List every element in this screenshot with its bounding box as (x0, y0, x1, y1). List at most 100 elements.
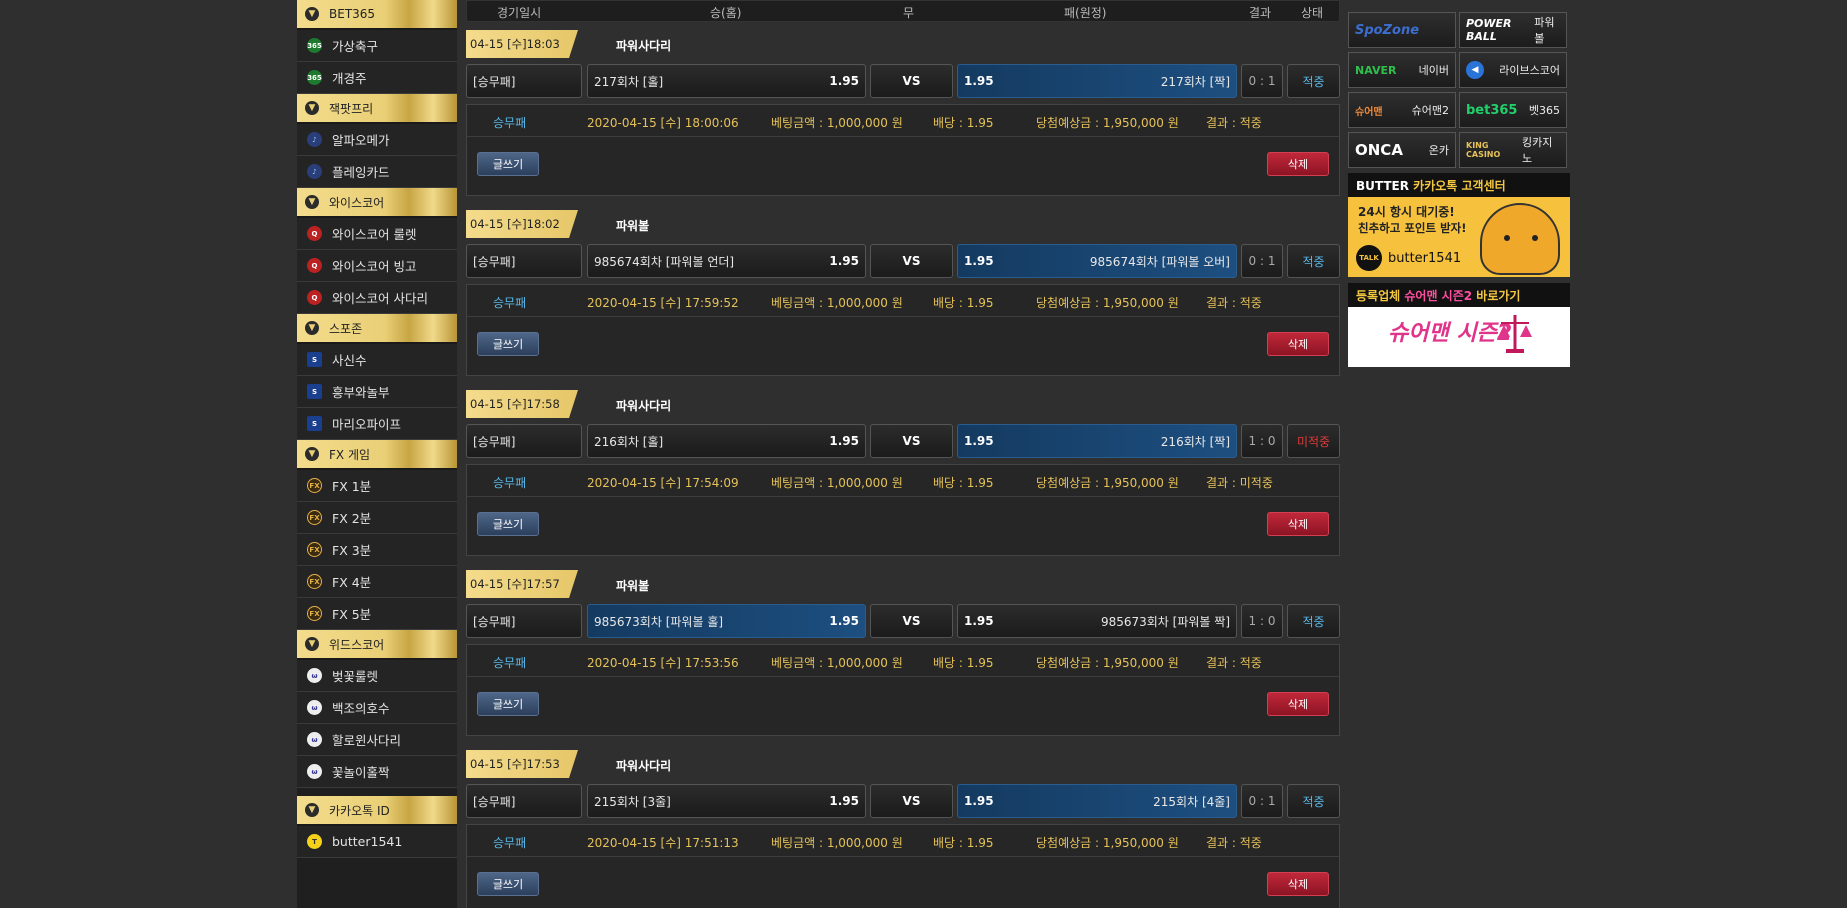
partner-logo: NAVER (1355, 63, 1397, 77)
detail-amount: 베팅금액 : 1,000,000 원 (771, 116, 903, 130)
chevron-down-icon: ▼ (305, 637, 319, 651)
bet-row: [승무패] 985673회차 [파워볼 홀] 1.95 VS 1.95 985673… (466, 604, 1340, 638)
sidebar-item[interactable]: FX FX 3분 (297, 534, 457, 566)
sidebar-category-label: FX 게임 (329, 447, 371, 462)
partner-link[interactable]: NAVER 네이버 (1348, 52, 1456, 88)
sidebar-item-label: 백조의호수 (332, 701, 390, 716)
write-button[interactable]: 글쓰기 (477, 872, 539, 896)
game-header: 04-15 [수]18:02 파워볼 (466, 210, 1340, 238)
sidebar-item[interactable]: Q 와이스코어 빙고 (297, 250, 457, 282)
away-option[interactable]: 1.95 216회차 [짝] (957, 424, 1237, 458)
sidebar-item[interactable]: ♪ 플레잉카드 (297, 156, 457, 188)
spozone-icon: S (307, 384, 322, 399)
delete-button[interactable]: 삭제 (1267, 512, 1329, 536)
sidebar-item[interactable]: S 사신수 (297, 344, 457, 376)
sidebar-item[interactable]: S 마리오파이프 (297, 408, 457, 440)
away-option[interactable]: 1.95 985673회차 [파워볼 짝] (957, 604, 1237, 638)
sidebar-item[interactable]: Q 와이스코어 사다리 (297, 282, 457, 314)
delete-button[interactable]: 삭제 (1267, 872, 1329, 896)
bet-detail-line: 승무패 2020-04-15 [수] 17:51:13 베팅금액 : 1,000… (467, 825, 1339, 857)
away-option[interactable]: 1.95 985674회차 [파워볼 오버] (957, 244, 1237, 278)
sidebar-item[interactable]: Q 와이스코어 룰렛 (297, 218, 457, 250)
spozone-icon: S (307, 352, 322, 367)
partner-link[interactable]: ◀ 라이브스코어 (1459, 52, 1567, 88)
sidebar-category[interactable]: ▼ BET365 (297, 0, 457, 30)
detail-amount: 베팅금액 : 1,000,000 원 (771, 476, 903, 490)
partner-link[interactable]: 슈어맨 슈어맨2 (1348, 92, 1456, 128)
withscore-icon: ω (307, 732, 322, 747)
sidebar-item[interactable]: Tbutter1541 (297, 826, 457, 858)
fx-icon: FX (307, 510, 322, 525)
delete-button[interactable]: 삭제 (1267, 152, 1329, 176)
status-badge: 적중 (1287, 604, 1340, 638)
away-option[interactable]: 1.95 215회차 [4줄] (957, 784, 1237, 818)
bet365-icon: 365 (307, 38, 322, 53)
sureman-banner[interactable]: 등록업체 슈어맨 시즌2 바로가기 슈어맨 시즌2 (1348, 283, 1570, 367)
sidebar-category[interactable]: ▼ FX 게임 (297, 440, 457, 470)
partner-link[interactable]: POWER BALL 파워볼 (1459, 12, 1567, 48)
partner-link[interactable]: SpoZone (1348, 12, 1456, 48)
sidebar-item[interactable]: 365 개경주 (297, 62, 457, 94)
game-name: 파워사다리 (616, 399, 672, 413)
sidebar-item[interactable]: ω 벚꽃룰렛 (297, 660, 457, 692)
home-option[interactable]: 985673회차 [파워볼 홀] 1.95 (587, 604, 866, 638)
sidebar-item[interactable]: FX FX 2분 (297, 502, 457, 534)
home-option[interactable]: 217회차 [홀] 1.95 (587, 64, 866, 98)
game-name: 파워볼 (616, 219, 650, 233)
sidebar-item-label: 할로윈사다리 (332, 733, 402, 748)
partner-logo: ◀ (1466, 61, 1484, 79)
write-button[interactable]: 글쓰기 (477, 512, 539, 536)
sidebar-category[interactable]: ▼ 잭팟프리 (297, 94, 457, 124)
detail-amount: 베팅금액 : 1,000,000 원 (771, 656, 903, 670)
detail-odds: 배당 : 1.95 (933, 296, 994, 310)
write-button[interactable]: 글쓰기 (477, 152, 539, 176)
partner-link[interactable]: ONCA 온카 (1348, 132, 1456, 168)
fx-icon: FX (307, 606, 322, 621)
partner-label: 라이브스코어 (1499, 64, 1560, 77)
kakao-banner[interactable]: BUTTER 카카오톡 고객센터 24시 항시 대기중! 친추하고 포인트 받자… (1348, 173, 1570, 277)
withscore-icon: ω (307, 764, 322, 779)
away-option[interactable]: 1.95 217회차 [짝] (957, 64, 1237, 98)
sidebar-category[interactable]: ▼ 카카오톡 ID (297, 796, 457, 826)
sidebar-item-label: 벚꽃룰렛 (332, 669, 379, 684)
detail-outcome: 결과 : 적중 (1206, 296, 1262, 310)
sidebar-item[interactable]: ♪ 알파오메가 (297, 124, 457, 156)
partner-link[interactable]: bet365 벳365 (1459, 92, 1567, 128)
sidebar-category-label: BET365 (329, 7, 376, 21)
home-option[interactable]: 985674회차 [파워볼 언더] 1.95 (587, 244, 866, 278)
partner-link[interactable]: KING CASINO 킹카지노 (1459, 132, 1567, 168)
sidebar-item[interactable]: ω 백조의호수 (297, 692, 457, 724)
sidebar-item-label: 흥부와놀부 (332, 385, 390, 400)
bet-detail: 승무패 2020-04-15 [수] 17:53:56 베팅금액 : 1,000… (466, 644, 1340, 736)
sidebar-category[interactable]: ▼ 와이스코어 (297, 188, 457, 218)
home-odds: 1.95 (829, 614, 859, 628)
sidebar-item[interactable]: ω 할로윈사다리 (297, 724, 457, 756)
sidebar-item-label: 플레잉카드 (332, 165, 390, 180)
sidebar-item[interactable]: FX FX 5분 (297, 598, 457, 630)
detail-odds: 배당 : 1.95 (933, 116, 994, 130)
sidebar-category[interactable]: ▼ 위드스코어 (297, 630, 457, 660)
detail-time: 2020-04-15 [수] 18:00:06 (587, 116, 739, 130)
sidebar-item[interactable]: 365 가상축구 (297, 30, 457, 62)
detail-payout: 당첨예상금 : 1,950,000 원 (1036, 836, 1179, 850)
delete-button[interactable]: 삭제 (1267, 332, 1329, 356)
sidebar-category[interactable]: ▼ 스포존 (297, 314, 457, 344)
sidebar-item[interactable]: S 흥부와놀부 (297, 376, 457, 408)
partner-logo: POWER BALL (1466, 17, 1512, 43)
sidebar-item[interactable]: FX FX 1분 (297, 470, 457, 502)
chevron-down-icon: ▼ (305, 447, 319, 461)
table-header: 경기일시 승(홈) 무 패(원정) 결과 상태 (466, 0, 1340, 22)
home-option[interactable]: 215회차 [3줄] 1.95 (587, 784, 866, 818)
game-header: 04-15 [수]17:57 파워볼 (466, 570, 1340, 598)
delete-button[interactable]: 삭제 (1267, 692, 1329, 716)
home-option[interactable]: 216회차 [홀] 1.95 (587, 424, 866, 458)
sidebar-item[interactable]: FX FX 4분 (297, 566, 457, 598)
sidebar-category-label: 잭팟프리 (329, 101, 374, 116)
sidebar-item[interactable]: ω 꽃놀이홀짝 (297, 756, 457, 788)
score: 0 : 1 (1241, 784, 1283, 818)
detail-type: 승무패 (493, 836, 527, 850)
write-button[interactable]: 글쓰기 (477, 692, 539, 716)
home-label: 216회차 [홀] (594, 434, 664, 449)
partner-label: 슈어맨2 (1411, 104, 1449, 117)
write-button[interactable]: 글쓰기 (477, 332, 539, 356)
